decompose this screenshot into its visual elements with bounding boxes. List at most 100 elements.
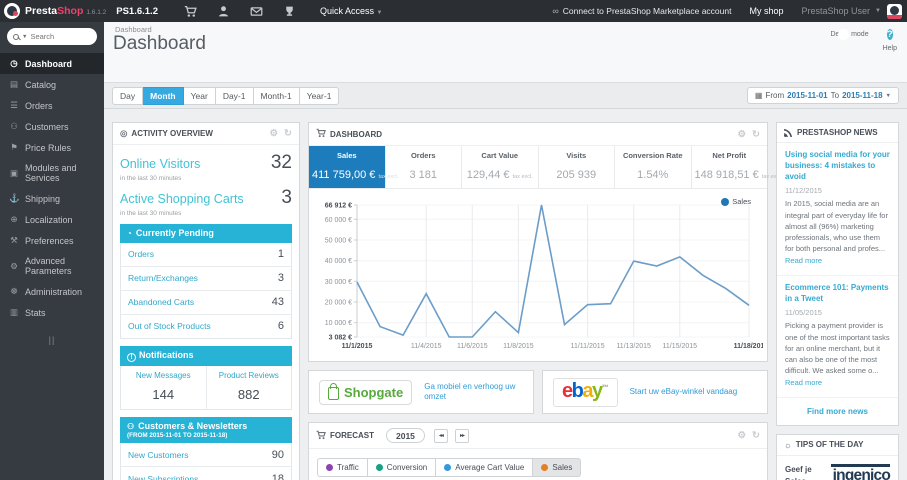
kpi-tab-cart-value[interactable]: Cart Value 129,44 € tax excl. xyxy=(462,146,539,188)
online-visitors-subtitle: in the last 30 minutes xyxy=(120,175,182,182)
news-item-title[interactable]: Using social media for your business: 4 … xyxy=(785,150,890,182)
refresh-icon[interactable]: ↻ xyxy=(752,129,760,140)
period-button-group: Day Month Year Day-1 Month-1 Year-1 xyxy=(112,86,340,105)
online-visitors-link[interactable]: Online Visitors xyxy=(120,157,200,171)
refresh-icon[interactable]: ↻ xyxy=(752,430,760,441)
sidebar-item-price-rules[interactable]: ⚑ Price Rules xyxy=(0,137,104,158)
sidebar-item-dashboard[interactable]: ◷ Dashboard xyxy=(0,53,104,74)
lightbulb-icon: ☼ xyxy=(784,439,792,450)
quick-access-menu[interactable]: Quick Access ▼ xyxy=(320,6,389,16)
date-range-picker[interactable]: ▦ From 2015-11-01 To 2015-11-18 ▼ xyxy=(746,87,899,104)
search-input[interactable] xyxy=(30,32,81,41)
kpi-tab-orders[interactable]: Orders 3 181 xyxy=(386,146,462,188)
sidebar-item-customers[interactable]: ⚇ Customers xyxy=(0,116,104,137)
chart-legend[interactable]: Sales xyxy=(721,197,751,206)
shipping-icon: ⚓ xyxy=(9,193,20,203)
gear-icon[interactable]: ⚙ xyxy=(270,128,279,139)
refresh-icon[interactable]: ↻ xyxy=(284,128,292,139)
sidebar-item-orders[interactable]: ☰ Orders xyxy=(0,95,104,116)
sidebar-item-localization[interactable]: ⊕ Localization xyxy=(0,209,104,230)
sidebar-item-advanced-parameters[interactable]: ⚙ Advanced Parameters xyxy=(0,251,104,281)
next-year-button[interactable]: ▸▸ xyxy=(454,428,469,443)
legend-button-sales[interactable]: Sales xyxy=(533,458,582,477)
forecast-legend: Traffic Conversion Average Cart Value Sa… xyxy=(309,449,767,480)
new-subscriptions-link[interactable]: New Subscriptions xyxy=(128,474,198,480)
news-item-title[interactable]: Ecommerce 101: Payments in a Tweet xyxy=(785,283,890,305)
shop-name: PS1.6.1.2 xyxy=(116,5,158,17)
find-more-news-link[interactable]: Find more news xyxy=(777,396,898,425)
sidebar-item-stats[interactable]: ▥ Stats xyxy=(0,302,104,323)
demo-mode-label: Demo mode xyxy=(830,31,869,38)
legend-dot-traffic xyxy=(326,464,333,471)
legend-dot-sales xyxy=(541,464,549,471)
new-customers-link[interactable]: New Customers xyxy=(128,450,188,460)
preferences-icon: ⚒ xyxy=(10,235,18,245)
ebay-logo[interactable]: ebay™ xyxy=(553,377,618,407)
pending-returns-link[interactable]: Return/Exchanges xyxy=(128,273,198,283)
user-menu[interactable]: PrestaShop User xyxy=(802,6,871,16)
filter-year-button[interactable]: Year xyxy=(183,86,216,105)
filter-day-1-button[interactable]: Day-1 xyxy=(215,86,254,105)
sidebar-item-preferences[interactable]: ⚒ Preferences xyxy=(0,230,104,251)
advanced-parameters-icon: ⚙ xyxy=(10,260,18,271)
employee-icon[interactable] xyxy=(217,5,230,18)
pending-orders-link[interactable]: Orders xyxy=(128,249,154,259)
list-item: New Customers 90 xyxy=(121,443,291,468)
new-messages-link[interactable]: New Messages xyxy=(124,371,203,380)
filter-month-button[interactable]: Month xyxy=(143,86,184,105)
gear-icon[interactable]: ⚙ xyxy=(738,430,747,441)
active-carts-subtitle: in the last 30 minutes xyxy=(120,210,182,217)
sales-chart: 66 912 € 60 000 € 50 000 € 40 000 € 30 000 €… xyxy=(309,189,767,361)
sidebar-item-modules[interactable]: ▣ Modules and Services xyxy=(0,158,104,188)
sidebar-item-administration[interactable]: ☸ Administration xyxy=(0,281,104,302)
orders-icon: ☰ xyxy=(10,100,18,110)
out-of-stock-link[interactable]: Out of Stock Products xyxy=(128,321,211,331)
forecast-year[interactable]: 2015 xyxy=(386,428,425,443)
sidebar-item-catalog[interactable]: ▤ Catalog xyxy=(0,74,104,95)
dashboard-panel: DASHBOARD ⚙ ↻ Sales 411 759,00 € tax excl.… xyxy=(308,122,782,362)
user-avatar[interactable] xyxy=(887,3,902,19)
shopgate-logo[interactable]: Shopgate xyxy=(319,379,413,405)
messages-icon[interactable] xyxy=(250,5,263,18)
sidebar-search[interactable]: ▼ xyxy=(7,28,97,45)
kpi-tab-net-profit[interactable]: Net Profit 148 918,51 € tax excl. xyxy=(692,146,782,188)
news-item-excerpt: Picking a payment provider is one of the… xyxy=(785,321,890,387)
cart-icon[interactable] xyxy=(184,5,197,18)
sidebar-collapse-button[interactable]: || xyxy=(0,335,104,345)
sidebar-item-shipping[interactable]: ⚓ Shipping xyxy=(0,188,104,209)
chevron-down-icon: ▼ xyxy=(875,8,881,14)
online-visitors-value: 32 xyxy=(270,152,292,173)
dashboard-content: ◎ ACTIVITY OVERVIEW ⚙ ↻ Online Visitors 32… xyxy=(104,109,907,480)
ebay-link[interactable]: Start uw eBay-winkel vandaag xyxy=(630,387,738,397)
stats-icon: ▥ xyxy=(9,307,19,317)
kpi-tab-conversion-rate[interactable]: Conversion Rate 1.54% xyxy=(615,146,692,188)
filter-month-1-button[interactable]: Month-1 xyxy=(253,86,300,105)
read-more-link[interactable]: Read more xyxy=(785,256,822,265)
kpi-tab-sales[interactable]: Sales 411 759,00 € tax excl. xyxy=(309,146,399,188)
news-item: Using social media for your business: 4 … xyxy=(777,143,898,276)
previous-year-button[interactable]: ◂◂ xyxy=(433,428,448,443)
badges-icon[interactable] xyxy=(283,5,296,18)
gear-icon[interactable]: ⚙ xyxy=(738,129,747,140)
shopgate-link[interactable]: Ga mobiel en verhoog uw omzet xyxy=(424,382,523,403)
rss-icon xyxy=(784,128,793,137)
marketplace-connect-link[interactable]: ∞ Connect to PrestaShop Marketplace accou… xyxy=(552,6,731,16)
filter-day-button[interactable]: Day xyxy=(112,86,144,105)
read-more-link[interactable]: Read more xyxy=(785,378,822,387)
active-carts-link[interactable]: Active Shopping Carts xyxy=(120,192,244,206)
news-item: Ecommerce 101: Payments in a Tweet 11/05… xyxy=(777,276,898,397)
list-item: Out of Stock Products 6 xyxy=(128,320,284,333)
ingenico-logo[interactable]: ingenico Payment services xyxy=(816,463,891,480)
my-shop-link[interactable]: My shop xyxy=(749,6,783,16)
localization-icon: ⊕ xyxy=(10,214,18,224)
svg-text:11/15/2015: 11/15/2015 xyxy=(663,343,698,350)
legend-button-conversion[interactable]: Conversion xyxy=(367,458,437,477)
legend-button-traffic[interactable]: Traffic xyxy=(317,458,368,477)
abandoned-carts-link[interactable]: Abandoned Carts xyxy=(128,297,194,307)
filter-year-1-button[interactable]: Year-1 xyxy=(299,86,340,105)
legend-button-average-cart-value[interactable]: Average Cart Value xyxy=(436,458,534,477)
kpi-tab-visits[interactable]: Visits 205 939 xyxy=(539,146,615,188)
help-icon[interactable]: ? xyxy=(886,29,893,40)
product-reviews-link[interactable]: Product Reviews xyxy=(210,371,289,380)
notifications-header: ! Notifications xyxy=(120,345,292,366)
